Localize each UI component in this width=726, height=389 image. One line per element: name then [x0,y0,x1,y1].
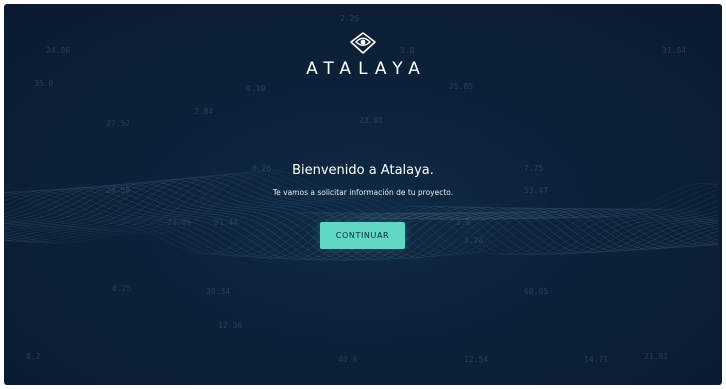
eye-diamond-icon [350,32,376,54]
background-number: 12.36 [218,321,243,330]
background-number: 0.25 [112,284,132,293]
welcome-title: Bienvenido a Atalaya. [292,163,434,178]
background-number: 3.8 [400,46,415,55]
background-number: 21.44 [214,218,239,227]
background-number: 60.05 [524,287,549,296]
background-number: 40.6 [338,355,358,364]
background-number: 3.8 [456,218,471,227]
background-number: 12.54 [464,355,489,364]
background-number: 2.84 [194,107,214,116]
background-number: 4.10 [246,84,266,93]
background-number: 21.91 [644,352,669,361]
background-number: 23.01 [359,116,384,125]
brand-name: ATALAYA [306,59,427,79]
background-number: 31.84 [662,46,687,55]
background-number: 24.8% [167,218,192,227]
background-number: 24.86 [46,46,71,55]
continue-button[interactable]: CONTINUAR [320,222,405,249]
background-number: 0.2 [26,352,41,361]
background-number: 14.71 [584,355,609,364]
background-number: 2.25 [340,14,360,23]
welcome-screen: 2.25 24.86 3.8 31.84 35.0 4.10 25.85 2.84 27.52 2… [4,4,722,385]
background-number: 3.24 [464,236,484,245]
background-number: 35.0 [34,79,54,88]
welcome-subtitle: Te vamos a solicitar información de tu p… [272,188,454,197]
background-number: 27.52 [106,119,131,128]
background-number: 30.34 [206,287,231,296]
background-number: 25.85 [449,82,474,91]
